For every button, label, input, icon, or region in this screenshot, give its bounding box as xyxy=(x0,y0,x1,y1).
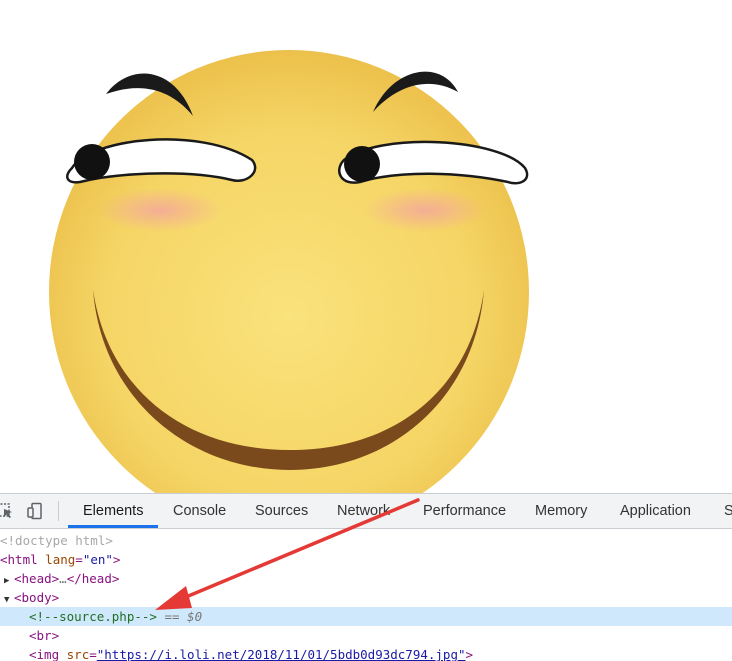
doctype-text: <!doctype html> xyxy=(0,533,113,548)
dom-node-img[interactable]: <img src="https://i.loli.net/2018/11/01/… xyxy=(0,645,732,661)
head-collapsed-ellipsis: … xyxy=(59,571,67,586)
dom-node-body[interactable]: ▼ <body> xyxy=(4,588,732,607)
img-src-attr: src xyxy=(66,647,90,661)
html-attr-eq: = xyxy=(75,552,83,567)
tab-elements[interactable]: Elements xyxy=(83,494,143,528)
device-toolbar-icon[interactable] xyxy=(26,502,44,520)
active-tab-indicator xyxy=(68,525,158,528)
emoji-face xyxy=(49,50,529,493)
html-tag-close: > xyxy=(112,552,121,567)
img-tag-close: > xyxy=(465,647,474,661)
dom-node-br[interactable]: <br> xyxy=(0,626,732,645)
img-attr-eq: = xyxy=(89,647,97,661)
inspect-element-icon[interactable] xyxy=(0,502,14,520)
head-tag: <head> xyxy=(14,571,60,586)
html-lang-value: "en" xyxy=(82,552,113,567)
dom-node-comment-selected[interactable]: <!--source.php--> == $0 xyxy=(0,607,732,626)
br-tag: <br> xyxy=(29,628,60,643)
browser-window: Elements Console Sources Network Perform… xyxy=(0,0,732,661)
img-tag: <img xyxy=(29,647,60,661)
head-close-tag: </head> xyxy=(66,571,120,586)
tab-performance[interactable]: Performance xyxy=(423,494,506,528)
dom-node-doctype[interactable]: <!doctype html> xyxy=(0,531,732,550)
page-viewport xyxy=(0,0,732,493)
dom-node-html[interactable]: <html lang="en"> xyxy=(0,550,732,569)
tab-memory[interactable]: Memory xyxy=(535,494,587,528)
dom-node-head[interactable]: ▶ <head>…</head> xyxy=(4,569,732,588)
left-pupil xyxy=(74,144,110,180)
html-tag: <html xyxy=(0,552,38,567)
tab-overflow[interactable]: S xyxy=(724,494,732,528)
toolbar-divider xyxy=(58,501,59,521)
tab-console[interactable]: Console xyxy=(173,494,226,528)
body-tag: <body> xyxy=(14,590,60,605)
console-ref: == $0 xyxy=(164,609,203,624)
right-pupil xyxy=(344,146,380,182)
emoji-image xyxy=(49,50,529,493)
left-cheek xyxy=(98,188,222,232)
tab-application[interactable]: Application xyxy=(620,494,691,528)
html-lang-attr: lang xyxy=(45,552,76,567)
img-src-link[interactable]: "https://i.loli.net/2018/11/01/5bdb0d93d… xyxy=(97,647,466,661)
right-cheek xyxy=(363,188,487,232)
tab-network[interactable]: Network xyxy=(337,494,390,528)
devtools-panel: Elements Console Sources Network Perform… xyxy=(0,493,732,661)
dom-tree: <!doctype html> <html lang="en"> ▶ <head>… xyxy=(0,529,732,661)
tab-sources[interactable]: Sources xyxy=(255,494,308,528)
source-comment: <!--source.php--> xyxy=(29,609,157,624)
devtools-toolbar: Elements Console Sources Network Perform… xyxy=(0,494,732,529)
